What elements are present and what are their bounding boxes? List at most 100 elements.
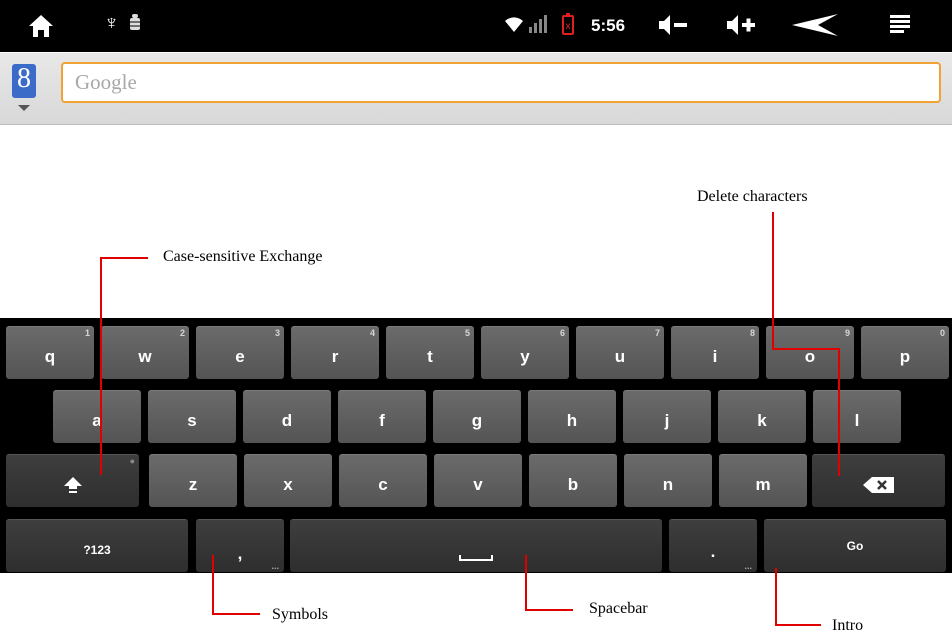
key-m[interactable]: m [719, 454, 807, 507]
key-label: p [899, 347, 911, 366]
key-s[interactable]: s [148, 390, 236, 443]
key-label: u [614, 347, 626, 366]
key-label: w [138, 347, 152, 366]
delete-key[interactable] [812, 454, 945, 507]
key-hint: 1 [84, 328, 90, 338]
key-q[interactable]: q1 [6, 326, 94, 379]
key-hint: 6 [559, 328, 565, 338]
key-label: o [804, 347, 816, 366]
key-e[interactable]: e3 [196, 326, 284, 379]
key-label: r [331, 347, 339, 366]
key-i[interactable]: i8 [671, 326, 759, 379]
key-label: e [235, 347, 245, 366]
key-label: d [281, 411, 293, 430]
key-label: n [662, 475, 674, 494]
key-x[interactable]: x [244, 454, 332, 507]
key-a[interactable]: a [53, 390, 141, 443]
key-j[interactable]: j [623, 390, 711, 443]
key-label: i [712, 347, 718, 366]
key-hint: 8 [749, 328, 755, 338]
leader-line-delete-v2 [838, 348, 840, 476]
space-icon [459, 555, 493, 561]
status-bar: ♆ x 5:56 [0, 0, 952, 52]
symbols-key[interactable]: ?123 [6, 519, 188, 572]
key-hint: 5 [464, 328, 470, 338]
key-g[interactable]: g [433, 390, 521, 443]
back-icon[interactable] [790, 12, 840, 43]
annotation-intro: Intro [832, 617, 864, 634]
key-label: b [567, 475, 579, 494]
key-label: x [283, 475, 293, 494]
key-d[interactable]: d [243, 390, 331, 443]
usb-icon: ♆ [104, 12, 119, 34]
key-label: l [854, 411, 860, 430]
key-o[interactable]: o9 [766, 326, 854, 379]
shift-arrow-icon [63, 477, 82, 493]
search-bar: 8 [0, 53, 952, 125]
annotation-symbols: Symbols [272, 606, 329, 623]
key-hint: 7 [654, 328, 660, 338]
comma-key-label: , [237, 544, 243, 563]
key-label: h [566, 411, 578, 430]
period-more-hint: ... [744, 561, 752, 571]
key-r[interactable]: r4 [291, 326, 379, 379]
google-logo-icon[interactable]: 8 [12, 64, 36, 98]
key-b[interactable]: b [529, 454, 617, 507]
key-hint: 2 [179, 328, 185, 338]
go-key[interactable]: Go [764, 519, 946, 572]
shift-key[interactable]: ● [6, 454, 139, 507]
leader-line-intro-v [775, 568, 777, 626]
key-c[interactable]: c [339, 454, 427, 507]
leader-line-symbols-v [212, 555, 214, 615]
key-label: t [427, 347, 433, 366]
leader-line-space-h [525, 609, 573, 611]
battery-low-icon: x [562, 13, 574, 35]
key-f[interactable]: f [338, 390, 426, 443]
key-h[interactable]: h [528, 390, 616, 443]
key-y[interactable]: y6 [481, 326, 569, 379]
chevron-down-icon[interactable] [18, 105, 30, 111]
key-label: m [755, 475, 771, 494]
annotation-delete: Delete characters [697, 188, 808, 205]
go-key-label: Go [846, 539, 864, 553]
key-hint: 3 [274, 328, 280, 338]
wifi-icon [503, 12, 525, 39]
menu-icon[interactable] [888, 13, 912, 42]
annotation-spacebar: Spacebar [589, 600, 648, 617]
volume-down-icon[interactable] [657, 13, 691, 43]
signal-icon [528, 14, 550, 39]
search-input[interactable] [61, 62, 941, 103]
home-icon[interactable] [28, 13, 54, 39]
key-u[interactable]: u7 [576, 326, 664, 379]
period-key-label: . [710, 542, 716, 561]
key-z[interactable]: z [149, 454, 237, 507]
spacebar-key[interactable] [290, 519, 662, 572]
soft-keyboard: q1w2e3r4t5y6u7i8o9p0 asdfghjkl zxcvbnm ●… [0, 318, 952, 573]
comma-key[interactable]: ,... [196, 519, 284, 572]
key-w[interactable]: w2 [101, 326, 189, 379]
leader-line-delete-h [772, 348, 840, 350]
leader-line-delete-v1 [772, 212, 774, 348]
leader-line-intro-h [775, 624, 821, 626]
key-hint: 4 [369, 328, 375, 338]
volume-up-icon[interactable] [725, 13, 759, 43]
annotation-case-sensitive: Case-sensitive Exchange [163, 248, 323, 265]
key-hint: 9 [844, 328, 850, 338]
key-k[interactable]: k [718, 390, 806, 443]
key-p[interactable]: p0 [861, 326, 949, 379]
leader-line-space-v [525, 555, 527, 611]
key-label: z [188, 475, 198, 494]
key-label: q [44, 347, 56, 366]
key-v[interactable]: v [434, 454, 522, 507]
symbols-key-label: ?123 [83, 543, 111, 557]
key-label: k [757, 411, 767, 430]
key-n[interactable]: n [624, 454, 712, 507]
key-l[interactable]: l [813, 390, 901, 443]
status-clock: 5:56 [591, 16, 626, 35]
period-key[interactable]: .... [669, 519, 757, 572]
leader-line-case-h [100, 257, 148, 259]
key-t[interactable]: t5 [386, 326, 474, 379]
comma-more-hint: ... [271, 561, 279, 571]
svg-text:x: x [566, 21, 571, 32]
key-label: j [664, 411, 670, 430]
